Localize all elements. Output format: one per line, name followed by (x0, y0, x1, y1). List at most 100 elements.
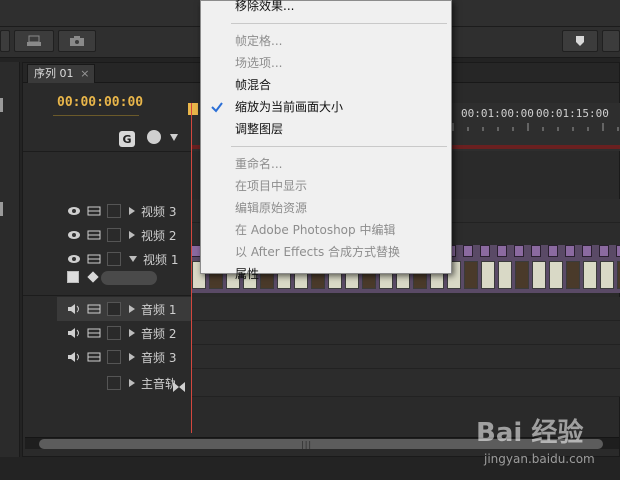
track-divider (23, 295, 191, 296)
clip-segment-header (514, 245, 524, 257)
clip-segment-header (531, 245, 541, 257)
clip-thumbnail-frame (600, 261, 614, 289)
film-icon[interactable] (87, 229, 101, 241)
film-icon[interactable] (87, 351, 101, 363)
track-label: 视频 1 (143, 252, 179, 267)
left-panel-marker (0, 202, 3, 216)
track-header-audio-2: 音频 2 (57, 321, 191, 345)
expand-triangle-icon[interactable] (129, 329, 135, 337)
clip-segment-header (463, 245, 473, 257)
clip-thumbnail-frame (549, 261, 563, 289)
menu-item[interactable]: 帧混合 (201, 74, 451, 96)
menu-item-label: 属性 (235, 267, 260, 281)
clip-thumbnail-frame (464, 261, 478, 289)
speaker-icon[interactable] (67, 302, 81, 316)
clip-thumbnail-frame (583, 261, 597, 289)
expand-triangle-icon[interactable] (129, 231, 135, 239)
track-divider (23, 151, 191, 152)
set-marker-icon[interactable] (147, 130, 161, 144)
menu-item[interactable]: 缩放为当前画面大小 (201, 96, 451, 118)
left-panel (0, 62, 20, 457)
menu-item-label: 帧定格... (235, 34, 283, 48)
collapse-triangle-icon[interactable] (129, 256, 137, 262)
menu-item-label: 重命名... (235, 157, 283, 171)
menu-item: 帧定格... (201, 30, 451, 52)
toolbar-button-left-edge[interactable] (0, 30, 10, 52)
timecode-underline (53, 115, 139, 116)
menu-item: 重命名... (201, 153, 451, 175)
menu-item-label: 缩放为当前画面大小 (235, 100, 344, 114)
close-icon[interactable]: × (80, 65, 89, 83)
left-panel-marker (0, 98, 3, 112)
film-icon[interactable] (87, 253, 101, 265)
menu-separator (231, 23, 447, 24)
watermark-logo: Bai 经验 (476, 418, 584, 448)
menu-item-label: 移除效果... (235, 0, 295, 13)
speaker-icon[interactable] (67, 326, 81, 340)
clip-thumbnail-frame (532, 261, 546, 289)
tab-sequence-01[interactable]: 序列 01 × (27, 64, 95, 83)
menu-item-label: 以 After Effects 合成方式替换 (235, 245, 401, 259)
display-style-icon[interactable] (67, 271, 79, 283)
lock-toggle[interactable] (107, 350, 121, 364)
menu-separator (231, 146, 447, 147)
track-lane-master[interactable] (191, 369, 620, 397)
clip-thumbnail-frame (566, 261, 580, 289)
playhead-line[interactable] (191, 103, 192, 433)
menu-item[interactable]: 调整图层 (201, 118, 451, 140)
menu-item-label: 在项目中显示 (235, 179, 308, 193)
playhead-handle[interactable] (188, 103, 198, 115)
track-header-video-3: 视频 3 (57, 199, 191, 223)
lock-toggle[interactable] (107, 252, 121, 266)
context-menu: 移除效果... 帧定格... 场选项... 帧混合缩放为当前画面大小调整图层重命名..… (200, 0, 452, 281)
camera-icon (70, 36, 84, 46)
film-icon[interactable] (87, 205, 101, 217)
track-header-audio-3: 音频 3 (57, 345, 191, 369)
export-frame-icon (27, 35, 41, 46)
film-icon[interactable] (87, 303, 101, 315)
baidu-watermark: Bai 经验 jingyan.baidu.com (476, 412, 616, 476)
clip-thumbnail-frame (481, 261, 495, 289)
eye-icon[interactable] (67, 228, 81, 242)
lock-toggle[interactable] (107, 302, 121, 316)
expand-triangle-icon[interactable] (129, 305, 135, 313)
clip-segment-header (565, 245, 575, 257)
lock-toggle[interactable] (107, 376, 121, 390)
marker-drop-icon[interactable] (170, 134, 178, 141)
clip-segment-header (582, 245, 592, 257)
track-label: 音频 3 (141, 350, 177, 365)
track-label: 音频 1 (141, 302, 177, 317)
expand-triangle-icon[interactable] (129, 379, 135, 387)
film-icon[interactable] (87, 327, 101, 339)
track-lane-audio-2[interactable] (191, 321, 620, 345)
track-label: 主音轨 (141, 376, 178, 391)
marker-icon (576, 36, 584, 46)
track-header-video-2: 视频 2 (57, 223, 191, 247)
track-header-video-1: 视频 1 (57, 247, 191, 271)
toolbar-marker-button[interactable] (562, 30, 598, 52)
toolbar-export-button[interactable] (14, 30, 54, 52)
master-bowtie-icon[interactable] (173, 382, 185, 392)
eye-icon[interactable] (67, 252, 81, 266)
menu-item-label: 场选项... (235, 56, 283, 70)
snap-icon[interactable]: G (119, 131, 135, 147)
keyframe-navigator[interactable] (101, 271, 157, 285)
speaker-icon[interactable] (67, 350, 81, 364)
eye-icon[interactable] (67, 204, 81, 218)
expand-triangle-icon[interactable] (129, 353, 135, 361)
menu-item[interactable]: 属性 (201, 263, 451, 285)
clip-segment-header (616, 245, 620, 257)
toolbar-camera-button[interactable] (58, 30, 96, 52)
keyframe-icon[interactable] (87, 271, 99, 283)
lock-toggle[interactable] (107, 204, 121, 218)
track-lane-audio-3[interactable] (191, 345, 620, 369)
menu-item[interactable]: 移除效果... (201, 0, 451, 17)
lock-toggle[interactable] (107, 228, 121, 242)
timecode-display[interactable]: 00:00:00:00 (57, 95, 143, 110)
grip-icon: ||| (301, 440, 313, 449)
expand-triangle-icon[interactable] (129, 207, 135, 215)
lock-toggle[interactable] (107, 326, 121, 340)
track-lane-audio-1[interactable] (191, 297, 620, 321)
toolbar-button-right[interactable] (602, 30, 620, 52)
clip-thumbnail-frame (498, 261, 512, 289)
